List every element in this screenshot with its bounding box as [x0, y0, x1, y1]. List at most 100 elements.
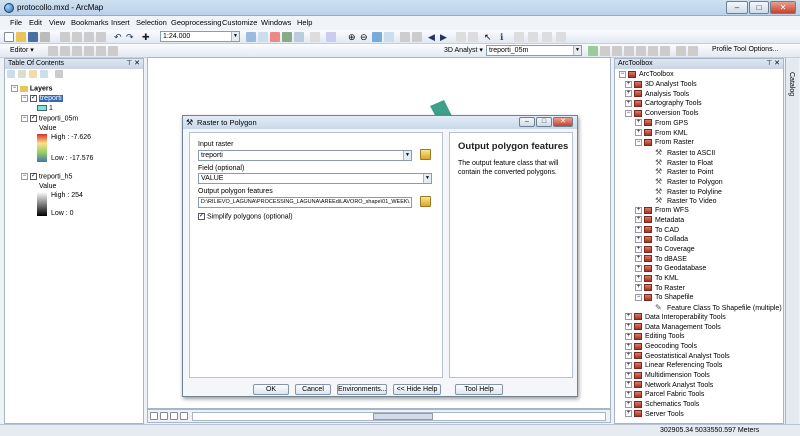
list-by-visibility-icon[interactable]	[29, 70, 37, 78]
toolset-item[interactable]: + Metadata	[635, 216, 684, 226]
pause-icon[interactable]	[180, 412, 188, 420]
toolset-item[interactable]: + Data Interoperability Tools	[625, 313, 726, 323]
rotate-icon[interactable]	[84, 46, 94, 56]
toolset-item[interactable]: + Cartography Tools	[625, 99, 702, 109]
dialog-close-button[interactable]: ✕	[553, 117, 573, 127]
field-combo[interactable]: VALUE ▼	[198, 173, 432, 184]
layer-checkbox[interactable]: ✓	[29, 115, 37, 122]
collapse-icon[interactable]: −	[619, 70, 626, 78]
catalog-icon[interactable]	[294, 32, 304, 42]
search-icon[interactable]	[310, 32, 320, 42]
expand-icon[interactable]: +	[635, 284, 642, 292]
expand-icon[interactable]: +	[635, 245, 642, 253]
list-by-selection-icon[interactable]	[40, 70, 48, 78]
fixed-zoom-out-icon[interactable]	[412, 32, 422, 42]
menu-geoprocessing[interactable]: Geoprocessing	[171, 18, 221, 27]
expand-icon[interactable]: +	[625, 323, 632, 331]
layer-checkbox[interactable]: ✓	[29, 173, 37, 180]
options-icon[interactable]	[55, 70, 63, 78]
menu-insert[interactable]: Insert	[111, 18, 130, 27]
browse-folder-icon[interactable]	[420, 149, 431, 160]
data-view-icon[interactable]	[150, 412, 158, 420]
toolset-item[interactable]: + Geostatistical Analyst Tools	[625, 352, 730, 362]
toolset-item[interactable]: + From WFS	[635, 206, 689, 216]
catalog-tab-label[interactable]: Catalog	[788, 72, 795, 96]
toolset-item[interactable]: + From GPS	[635, 119, 688, 129]
toolset-item[interactable]: − From Raster	[635, 138, 694, 148]
menu-selection[interactable]: Selection	[136, 18, 167, 27]
collapse-icon[interactable]: −	[21, 173, 28, 180]
collapse-icon[interactable]: −	[635, 138, 642, 146]
layers-group[interactable]: − Layers	[11, 85, 52, 92]
expand-icon[interactable]: +	[625, 410, 632, 418]
menu-view[interactable]: View	[49, 18, 65, 27]
toc-icon[interactable]	[258, 32, 268, 42]
layer-treporti-h5[interactable]: − ✓ treporti_h5	[21, 173, 72, 180]
list-by-source-icon[interactable]	[18, 70, 26, 78]
expand-icon[interactable]: +	[635, 235, 642, 243]
sketch-properties-icon[interactable]	[108, 46, 118, 56]
minimize-button[interactable]: –	[726, 1, 748, 14]
expand-icon[interactable]: +	[625, 313, 632, 321]
expand-icon[interactable]: +	[625, 90, 632, 98]
maximize-button[interactable]: □	[749, 1, 769, 14]
tool-item[interactable]: ⚒ Raster to Point	[645, 167, 713, 177]
expand-icon[interactable]: +	[635, 226, 642, 234]
horizontal-scrollbar[interactable]	[192, 412, 606, 421]
toolset-item[interactable]: + 3D Analyst Tools	[625, 80, 697, 90]
forward-extent-icon[interactable]: ▶	[440, 32, 450, 42]
toolset-item[interactable]: + To Collada	[635, 235, 688, 245]
sketch-icon[interactable]	[60, 46, 70, 56]
profile-tool-icon[interactable]	[676, 46, 686, 56]
toolset-item[interactable]: + Geocoding Tools	[625, 342, 697, 352]
new-icon[interactable]	[4, 32, 14, 42]
expand-icon[interactable]: +	[625, 381, 632, 389]
toolset-item[interactable]: − To Shapefile	[635, 293, 693, 303]
tool-item[interactable]: ⚒ Raster to ASCII	[645, 148, 715, 158]
browse-folder-icon[interactable]	[420, 196, 431, 207]
split-icon[interactable]	[72, 46, 82, 56]
pin-icon[interactable]: ⊤ ✕	[766, 59, 780, 69]
environments-button[interactable]: Environments...	[337, 384, 387, 395]
toolset-item[interactable]: + Editing Tools	[625, 332, 685, 342]
expand-icon[interactable]: +	[625, 371, 632, 379]
add-data-icon[interactable]: ✚	[142, 32, 152, 42]
toolset-item[interactable]: + From KML	[635, 129, 688, 139]
toolset-item[interactable]: + To CAD	[635, 226, 679, 236]
contour-icon[interactable]	[588, 46, 598, 56]
tool-item[interactable]: ⚒ Raster To Video	[645, 196, 717, 206]
find-icon[interactable]	[514, 32, 524, 42]
catalog-side-tab[interactable]: Catalog	[785, 58, 799, 424]
toolset-item[interactable]: + Linear Referencing Tools	[625, 361, 722, 371]
expand-icon[interactable]: +	[635, 206, 642, 214]
toolset-item[interactable]: + Parcel Fabric Tools	[625, 390, 704, 400]
interpolate-line-icon[interactable]	[624, 46, 634, 56]
layout-view-icon[interactable]	[160, 412, 168, 420]
toolset-item[interactable]: + To Coverage	[635, 245, 695, 255]
model-builder-icon[interactable]	[326, 32, 336, 42]
toolset-item[interactable]: + To dBASE	[635, 255, 687, 265]
python-icon[interactable]	[282, 32, 292, 42]
profile-tool-icon-2[interactable]	[688, 46, 698, 56]
toolset-item[interactable]: + Network Analyst Tools	[625, 381, 713, 391]
collapse-icon[interactable]: −	[21, 115, 28, 122]
tool-item[interactable]: ⚒ Raster to Polygon	[645, 177, 723, 187]
expand-icon[interactable]: +	[635, 216, 642, 224]
3d-analyst-menu[interactable]: 3D Analyst ▾	[444, 46, 483, 54]
hide-help-button[interactable]: << Hide Help	[393, 384, 441, 395]
output-path-field[interactable]: D:\RILIEVO_LAGUNA\PROCESSING_LAGUNA\AREE…	[198, 197, 412, 208]
toolset-item[interactable]: − Conversion Tools	[625, 109, 699, 119]
measure-icon[interactable]	[528, 32, 538, 42]
expand-icon[interactable]: +	[635, 255, 642, 263]
menu-customize[interactable]: Customize	[222, 18, 257, 27]
scroll-thumb[interactable]	[373, 413, 433, 420]
toolset-item[interactable]: + Analysis Tools	[625, 90, 689, 100]
zoom-in-icon[interactable]: ⊕	[348, 32, 358, 42]
fixed-zoom-in-icon[interactable]	[400, 32, 410, 42]
toolset-item[interactable]: + To KML	[635, 274, 679, 284]
back-extent-icon[interactable]: ◀	[428, 32, 438, 42]
dialog-title-bar[interactable]: ⚒ Raster to Polygon – □ ✕	[183, 116, 577, 129]
cancel-button[interactable]: Cancel	[295, 384, 331, 395]
expand-icon[interactable]: +	[635, 129, 642, 137]
toolset-item[interactable]: + Schematics Tools	[625, 400, 699, 410]
